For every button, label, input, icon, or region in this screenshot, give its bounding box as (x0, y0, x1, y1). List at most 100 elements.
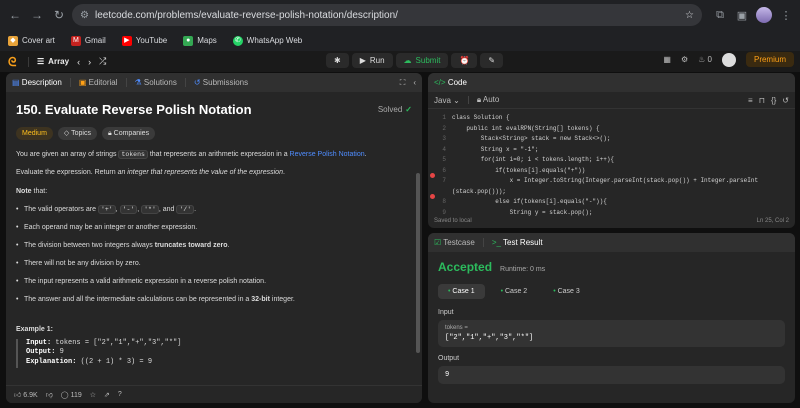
help-icon[interactable]: ? (118, 391, 122, 398)
extensions-icon[interactable]: ⧉ (712, 7, 728, 23)
code-line: (stack.pop())); (452, 187, 507, 195)
tab-case-1[interactable]: • Case 1 (438, 284, 485, 299)
premium-button[interactable]: Premium (745, 52, 794, 67)
next-problem-icon[interactable]: › (88, 57, 91, 67)
note-heading: Note that: (16, 187, 48, 195)
companies-button[interactable]: 🔒︎ Companies (101, 126, 156, 140)
whatsapp-icon: ✆ (232, 35, 243, 46)
code-line: 8 else if(tokens[i].equals("-")){ (442, 198, 607, 205)
saved-status: Saved to local (434, 218, 472, 224)
run-button[interactable]: ▶ Run (351, 53, 393, 68)
pass-dot-icon: • (448, 288, 451, 295)
url-text: leetcode.com/problems/evaluate-reverse-p… (94, 9, 398, 21)
shuffle-icon[interactable]: ⤮ (99, 56, 106, 67)
debug-button[interactable]: ✱ (326, 53, 349, 68)
site-info-icon[interactable]: ⚙ (80, 10, 89, 21)
like-button[interactable]: 👍︎ 6.9K (14, 390, 38, 399)
topics-button[interactable]: ◇ Topics (57, 126, 97, 140)
pass-dot-icon: • (553, 288, 556, 295)
reset-icon[interactable]: ↺ (782, 96, 789, 105)
back-icon[interactable]: ← (6, 6, 24, 24)
description-panel: ▤ Description ▣ Editorial ⚗ Solutions ↺ … (6, 73, 422, 403)
breakpoint-icon[interactable] (430, 194, 435, 199)
checkbox-icon: ☑ (434, 238, 442, 247)
code-panel: </> Code Java ⌄ 🔒︎ Auto ≡ ⊓ {} ↺ 1 class … (428, 73, 795, 228)
reload-icon[interactable]: ↻ (50, 6, 68, 24)
play-icon: ▶ (359, 56, 366, 65)
share-icon[interactable]: ⇗ (104, 391, 110, 399)
streak-button[interactable]: ♨ 0 (698, 55, 712, 64)
description-footer: 👍︎ 6.9K 👎︎ ◯ 119 ☆ ⇗ ? (6, 385, 422, 403)
code-line: 7 x = Integer.toString(Integer.parseInt(… (442, 177, 759, 184)
address-bar[interactable]: ⚙ leetcode.com/problems/evaluate-reverse… (72, 4, 702, 26)
bookmark-gmail[interactable]: M Gmail (70, 35, 106, 46)
user-avatar[interactable] (721, 52, 736, 67)
book-icon: ▣ (78, 78, 87, 87)
code-line: 2 public int evalRPN(String[] tokens) { (442, 124, 600, 132)
upload-icon: ☁ (403, 56, 412, 65)
rpn-link[interactable]: Reverse Polish Notation (290, 151, 365, 158)
forward-icon[interactable]: → (28, 6, 46, 24)
bookmark-youtube[interactable]: ▶ YouTube (121, 35, 167, 46)
profile-avatar[interactable] (756, 7, 772, 23)
example-block: Input: tokens = ["2","1","+","3","*"] Ou… (16, 338, 412, 368)
tab-code[interactable]: </> Code (434, 78, 467, 87)
list-item: The valid operators are '+', '-', '*', a… (16, 204, 412, 214)
code-editor[interactable]: 1 class Solution { 2 public int evalRPN(S… (428, 109, 795, 218)
flask-icon: ⚗ (134, 78, 142, 87)
sidepanel-icon[interactable]: ▣ (734, 7, 750, 23)
tab-solutions[interactable]: ⚗ Solutions (135, 78, 177, 87)
leetcode-logo[interactable]: ᘓ (8, 56, 20, 68)
notes-button[interactable]: ✎ (480, 53, 504, 68)
tab-submissions[interactable]: ↺ Submissions (194, 78, 248, 87)
bookmark-maps[interactable]: ● Maps (183, 35, 217, 46)
scrollbar[interactable] (416, 173, 420, 353)
problem-list-button[interactable]: ☰ Array (37, 57, 69, 66)
browser-chrome: ← → ↻ ⚙ leetcode.com/problems/evaluate-r… (0, 0, 800, 51)
divider (482, 238, 484, 247)
code-footer: Saved to local Ln 25, Col 2 (428, 214, 795, 228)
maps-icon: ● (183, 35, 194, 46)
pass-dot-icon: • (500, 288, 504, 295)
settings-icon[interactable]: ⚙ (681, 55, 688, 64)
input-param-label: tokens = (445, 325, 468, 331)
prev-problem-icon[interactable]: ‹ (77, 57, 80, 67)
menu-icon[interactable]: ⋮ (778, 7, 794, 23)
tag-icon: ◇ (63, 129, 70, 137)
gmail-icon: M (70, 35, 81, 46)
maximize-icon[interactable]: ⛶ (400, 78, 406, 88)
case-tabs: • Case 1 • Case 2 • Case 3 (438, 284, 785, 299)
submit-button[interactable]: ☁ Submit (395, 53, 449, 68)
bookmark-icon[interactable]: ⊓ (759, 96, 765, 105)
result-panel: ☑ Testcase >_ Test Result Accepted Runti… (428, 233, 795, 403)
braces-icon[interactable]: {} (771, 96, 776, 105)
code-header: </> Code (428, 73, 795, 92)
tab-editorial[interactable]: ▣ Editorial (79, 78, 118, 87)
bookmark-cover-art[interactable]: ◆ Cover art (8, 35, 55, 46)
bookmark-star-icon[interactable]: ☆ (685, 10, 694, 21)
bookmarks-bar: ◆ Cover art M Gmail ▶ YouTube ● Maps ✆ WhatsA… (0, 30, 800, 51)
tab-case-2[interactable]: • Case 2 (491, 284, 538, 299)
youtube-icon: ▶ (121, 35, 132, 46)
tab-test-result[interactable]: >_ Test Result (492, 238, 543, 247)
timer-button[interactable]: ⏰ (451, 53, 478, 68)
favorite-icon[interactable]: ☆ (90, 391, 96, 399)
dislike-icon[interactable]: 👎︎ (46, 390, 53, 399)
collapse-icon[interactable]: ‹ (413, 78, 416, 87)
comments-button[interactable]: ◯ 119 (61, 391, 82, 399)
breakpoint-icon[interactable] (430, 173, 435, 178)
cover-art-icon: ◆ (8, 35, 18, 46)
divider (467, 96, 469, 104)
user-controls: ▦ ⚙ ♨ 0 Premium (663, 52, 794, 67)
tab-testcase[interactable]: ☑ Testcase (434, 238, 475, 247)
page-title: 150. Evaluate Reverse Polish Notation (16, 102, 252, 117)
input-value: ["2","1","+","3","*"] (445, 334, 534, 342)
code-icon: </> (434, 78, 446, 87)
layout-icon[interactable]: ▦ (663, 55, 671, 64)
tab-description[interactable]: ▤ Description (12, 78, 62, 87)
format-icon[interactable]: ≡ (748, 96, 753, 105)
tab-case-3[interactable]: • Case 3 (543, 284, 590, 299)
bookmark-whatsapp[interactable]: ✆ WhatsApp Web (232, 35, 302, 46)
auto-mode-toggle[interactable]: 🔒︎ Auto (477, 95, 500, 105)
language-select[interactable]: Java ⌄ (434, 96, 460, 105)
